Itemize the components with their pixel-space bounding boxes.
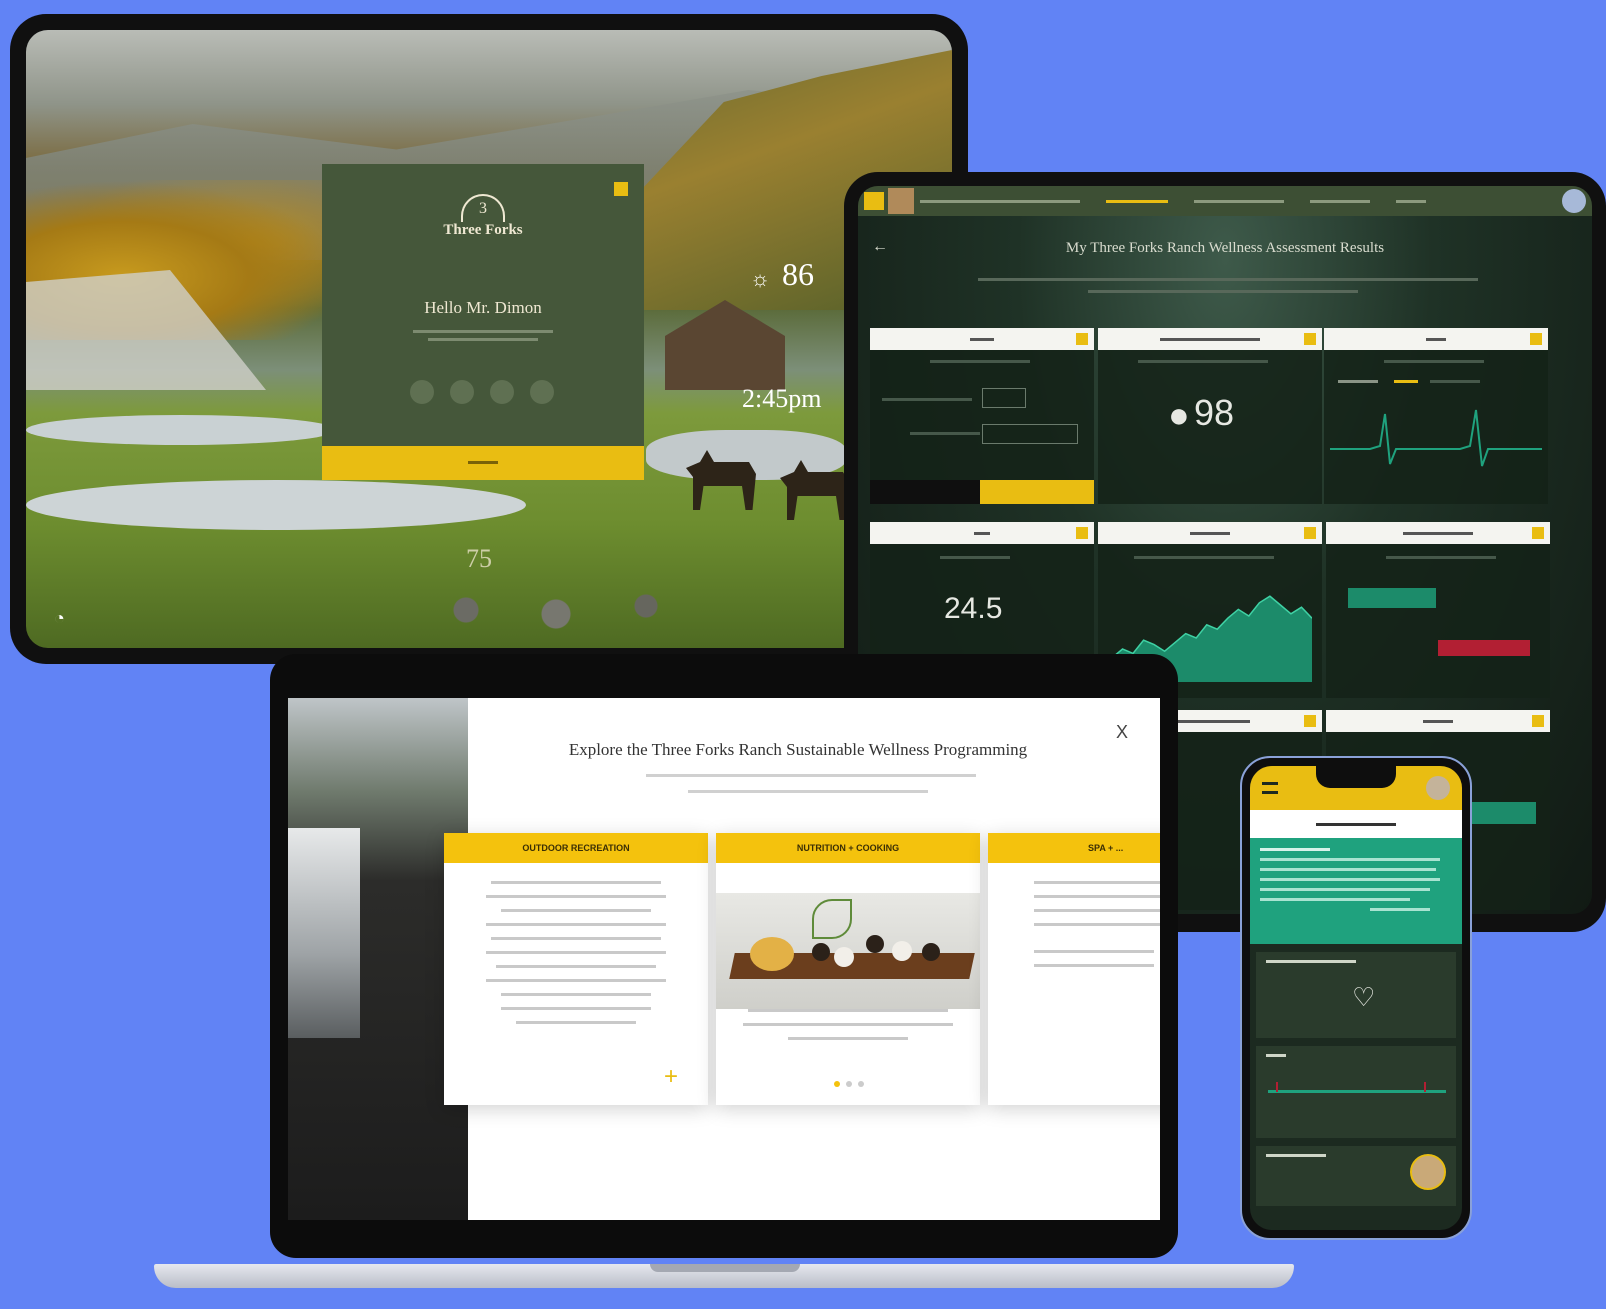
menu-icon[interactable]: [1262, 782, 1278, 794]
program-carousel: OUTDOOR RECREATION + NUTRITION + COOKING: [444, 833, 1160, 1105]
profile-thumbnail: [888, 188, 914, 214]
welcome-screen: ☼ 86 2:45pm 75 ◔ 3 Three Forks Hello Mr.…: [26, 30, 952, 648]
welcome-tablet: ☼ 86 2:45pm 75 ◔ 3 Three Forks Hello Mr.…: [10, 14, 968, 664]
pond: [26, 480, 526, 530]
info-icon[interactable]: [1530, 333, 1542, 345]
settings-icon[interactable]: ◔: [54, 608, 65, 629]
heart-icon[interactable]: ♡: [1352, 982, 1375, 1013]
logo-emblem: 3: [461, 194, 505, 222]
option-icon[interactable]: [530, 380, 554, 404]
panel-ecg: [1324, 328, 1548, 504]
carousel-dot-active[interactable]: [834, 1081, 840, 1087]
laptop: Explore the Three Forks Ranch Sustainabl…: [270, 654, 1178, 1258]
barn: [665, 300, 785, 390]
info-icon[interactable]: [1532, 527, 1544, 539]
program-card[interactable]: SPA + ...: [988, 833, 1160, 1105]
active-minutes-card[interactable]: [1256, 1146, 1456, 1206]
drop-icon: ●: [1168, 394, 1190, 435]
card-text: [988, 863, 1160, 967]
coach-avatar[interactable]: [1410, 1154, 1446, 1190]
rocks: [406, 590, 706, 630]
card-header: NUTRITION + COOKING: [716, 833, 980, 863]
ranch-watermark: 75: [466, 544, 492, 573]
info-icon[interactable]: [1304, 715, 1316, 727]
program-card[interactable]: NUTRITION + COOKING: [716, 833, 980, 1105]
close-button[interactable]: X: [1116, 722, 1128, 743]
sun-icon: ☼: [750, 266, 771, 291]
three-forks-logo: 3 Three Forks: [322, 194, 644, 239]
clock-time: 2:45pm: [742, 384, 822, 413]
card-header: OUTDOOR RECREATION: [444, 833, 708, 863]
welcome-card: 3 Three Forks Hello Mr. Dimon: [322, 164, 644, 480]
daily-tip-card[interactable]: [1250, 838, 1462, 944]
user-avatar[interactable]: [1562, 189, 1586, 213]
laptop-hinge: [650, 1264, 800, 1272]
daily-stats-title: [1250, 810, 1462, 838]
phone-notch: [1316, 766, 1396, 788]
panel-blood-oxygen: ● 98: [1098, 328, 1322, 504]
phone-header: [1250, 766, 1462, 810]
info-icon[interactable]: [1076, 333, 1088, 345]
tab-assessment[interactable]: [1106, 199, 1168, 203]
panel-blood-pressure: [1326, 522, 1550, 698]
card-text: [444, 863, 708, 1024]
greeting-subtext: [413, 330, 553, 333]
description-line: [646, 774, 976, 777]
plus-icon[interactable]: +: [664, 1063, 678, 1091]
ecg-line: [1330, 409, 1542, 467]
card-header: SPA + ...: [988, 833, 1160, 863]
window-pane: [288, 828, 360, 1038]
food-photo: [716, 893, 980, 1009]
results-subtitle: [1088, 290, 1358, 293]
carousel-dot[interactable]: [858, 1081, 864, 1087]
info-icon[interactable]: [1532, 715, 1544, 727]
weather-temperature: 86: [782, 256, 814, 292]
tab-recommendations[interactable]: [1194, 199, 1284, 203]
user-avatar[interactable]: [1426, 776, 1450, 800]
sleep-markers: [1276, 1082, 1426, 1092]
option-icon[interactable]: [410, 380, 434, 404]
nav-tabs: [920, 186, 1426, 216]
sleep-card[interactable]: [1256, 1046, 1456, 1138]
icon-row: [410, 380, 554, 404]
diastolic-bar: [1438, 640, 1530, 656]
info-icon[interactable]: [1304, 527, 1316, 539]
tab-itinerary[interactable]: [1310, 199, 1370, 203]
top-nav-bar: [858, 186, 1592, 216]
carousel-dot[interactable]: [846, 1081, 852, 1087]
nav-title: [920, 199, 1080, 203]
experience-card[interactable]: ♡: [1256, 952, 1456, 1038]
greeting-subtext: [428, 338, 538, 341]
enter-button[interactable]: [322, 446, 644, 480]
toggle-option-selected[interactable]: [980, 480, 1094, 504]
bmi-value: 24.5: [944, 592, 1003, 625]
program-card[interactable]: OUTDOOR RECREATION +: [444, 833, 708, 1105]
logo-text: Three Forks: [443, 222, 523, 238]
option-icon[interactable]: [490, 380, 514, 404]
phone: ♡: [1240, 756, 1472, 1240]
menu-icon[interactable]: [864, 192, 884, 210]
info-icon[interactable]: [1304, 333, 1316, 345]
age-field[interactable]: [982, 388, 1026, 408]
results-title: My Three Forks Ranch Wellness Assessment…: [1065, 240, 1385, 256]
greeting-block: Hello Mr. Dimon: [322, 298, 644, 341]
tab-more[interactable]: [1396, 199, 1426, 203]
programming-title: Explore the Three Forks Ranch Sustainabl…: [568, 740, 1028, 759]
toggle-option[interactable]: [870, 480, 980, 504]
carousel-dots: [834, 1081, 864, 1087]
systolic-bar: [1348, 588, 1436, 608]
info-icon[interactable]: [1076, 527, 1088, 539]
pond: [26, 415, 336, 445]
laptop-screen: Explore the Three Forks Ranch Sustainabl…: [288, 698, 1160, 1220]
window-photo: [288, 698, 468, 1220]
description-line: [688, 790, 928, 793]
phone-screen: ♡: [1250, 766, 1462, 1230]
panel-profile: [870, 328, 1094, 504]
select-dropdown[interactable]: [982, 424, 1078, 444]
option-icon[interactable]: [450, 380, 474, 404]
greeting-text: Hello Mr. Dimon: [424, 298, 542, 317]
results-subtitle: [978, 278, 1478, 281]
blood-oxygen-value: 98: [1194, 392, 1235, 433]
